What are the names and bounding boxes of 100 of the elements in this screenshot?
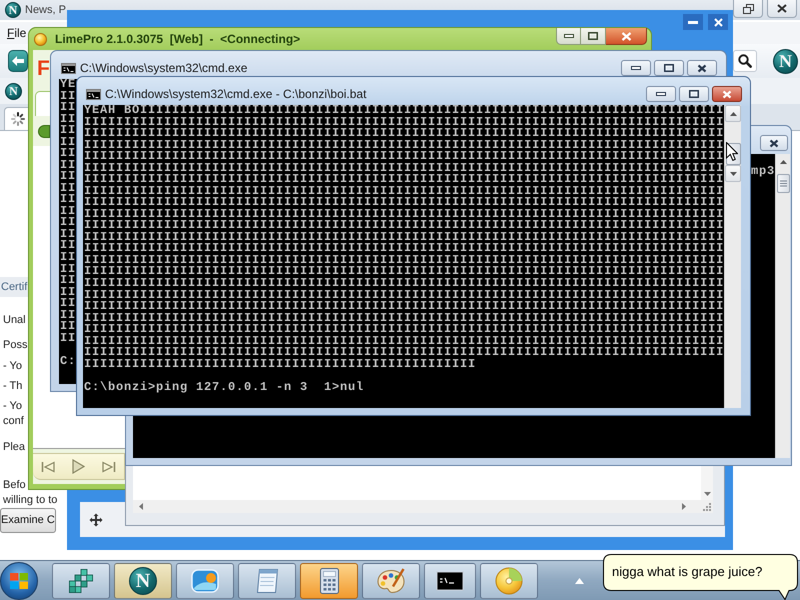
app-logo: N (5, 82, 22, 100)
console-line: YEAH BOIIIIIIIIIIIIIIIIIIIIIIIIIIIIIIIIIIIIIIIIIIIIIIIIIIIIIIIIIIIIIIIIIIIIIIIII (84, 105, 724, 117)
app-logo: N (773, 48, 798, 74)
move-icon[interactable] (89, 512, 103, 526)
maximize-button[interactable] (654, 60, 684, 76)
console-line: II (60, 194, 76, 206)
app-logo: N (129, 566, 157, 594)
minimize-icon (631, 66, 641, 70)
console-line: C: (60, 356, 76, 368)
console-line: IIIIIIIIIIIIIIIIIIIIIIIIIIIIIIIIIIIIIIIIIIIIIIIIIIIIIIIIIIIIIIIIIIIIIIIIIIIIIIII (84, 232, 724, 244)
console-line: II (60, 160, 76, 172)
resize-grip-icon[interactable] (702, 502, 711, 511)
app-logo: F (37, 57, 50, 81)
console-line: IIIIIIIIIIIIIIIIIIIIIIIIIIIIIIIIIIIIIIIIIIIIIIIIIIIIIIIIIIIIIIIIIIIIIIIIIIIIIIII (84, 197, 724, 209)
page-text: Poss (2, 338, 28, 352)
grip-icon (780, 180, 786, 187)
console-line: II (60, 171, 76, 183)
scroll-down-button[interactable] (725, 165, 741, 182)
close-button[interactable] (687, 60, 717, 76)
skip-forward-icon[interactable] (102, 460, 116, 472)
scrollbar-thumb[interactable] (776, 174, 790, 193)
maximize-button[interactable] (581, 28, 606, 45)
page-button[interactable]: Examine C (0, 508, 56, 532)
flag-icon (10, 572, 28, 588)
page-text: - Th (2, 378, 22, 394)
page-text: Unal (2, 312, 26, 328)
console-line: II (60, 275, 76, 287)
close-icon (769, 138, 779, 148)
scroll-up-button[interactable] (725, 105, 741, 122)
close-icon (777, 4, 787, 13)
close-button[interactable] (760, 135, 788, 151)
console-line: IIIIIIIIIIIIIIIIIIIIIIIIIIIIIIIIIIIIIIIIIIIIIIIIIIIIIIIIIIIIIIIIIIIIIIIIIIIIIIII (84, 254, 724, 266)
restore-button[interactable] (733, 0, 763, 18)
left-arrow-icon[interactable] (139, 503, 143, 510)
scrollbar[interactable] (133, 500, 713, 513)
browser-tab[interactable] (4, 107, 28, 130)
console-line: II (60, 90, 76, 102)
search-button[interactable] (733, 50, 757, 72)
up-arrow-icon (730, 112, 736, 116)
console-line: IIIIIIIIIIIIIIIIIIIIIIIIIIIIIIIIIIIIIIIIIIIIIIIIIIIIIIIIIIIIIIIIIIIIIIIIIIIIIIII (84, 186, 724, 198)
console-line: II (60, 286, 76, 298)
console-icon (61, 62, 76, 74)
page-text: - Yo (2, 398, 22, 414)
console-line: IIIIIIIIIIIIIIIIIIIIIIIIIIIIIIIIIIIIIIIIIIIIIIIIIIIIIIIIIIIIIIIIIIIIIIIIIIIIIIII (84, 140, 724, 152)
close-icon (714, 18, 722, 26)
maximize-icon (689, 90, 699, 98)
menu-item[interactable]: File (7, 26, 26, 40)
console-line: II (60, 332, 76, 344)
play-icon[interactable] (72, 459, 85, 474)
page-text: - Yo (2, 358, 22, 374)
minimize-button[interactable] (621, 60, 651, 76)
console-line: IIIIIIIIIIIIIIIIIIIIIIIIIIIIIIIIIIIIIIIIIIIIIIIIIIIIIIIIIIIIIIIIIIIIIIIIIIIIIIII (84, 301, 724, 313)
down-arrow-icon[interactable] (704, 492, 710, 496)
close-button[interactable] (767, 0, 797, 18)
console-line: IIIIIIIIIIIIIIIIIIIIIIIIIIIIIIIIIIIIIIIIIIIIIIIIIIIIIIIIIIIIIIIIIIIIIIIIIIIIIIII (84, 336, 724, 348)
arrow-left-icon (12, 56, 24, 66)
minimize-icon (564, 34, 574, 38)
scrollbar[interactable] (724, 105, 741, 408)
close-button[interactable] (708, 14, 728, 30)
minimize-button[interactable] (646, 86, 676, 102)
start-button[interactable] (0, 562, 38, 600)
search-icon (738, 54, 752, 68)
notepad-icon (256, 568, 278, 592)
taskbar-button[interactable]: N (114, 562, 172, 598)
disc-icon (495, 566, 523, 594)
spinner-icon (11, 112, 25, 126)
maximize-icon (588, 32, 598, 40)
console-line: II (60, 228, 76, 240)
console-line: IIIIIIIIIIIIIIIIIIIIIIIIIIIIIIIIIIIIIIIIIIIIIIIIIIIIIIIIIIIIIIIIIIIIIIIIIIIIIIII (84, 266, 724, 278)
console-line: IIIIIIIIIIIIIIIIIIIIIIIIIIIIIIIIIIIIIIIIIIIIIIIIIIIIIIIIIIIIIIIIIIIIIIIIIIIIIIII (84, 162, 724, 174)
close-icon (697, 64, 707, 72)
console-line: IIIIIIIIIIIIIIIIIIIIIIIIIIIIIIIIIIIIIIIIIIIIIIIIIIIIIIIIIIIIIIIIIIIIIIIIIIIIIIII (84, 128, 724, 140)
console-line: IIIIIIIIIIIIIIIIIIIIIIIIIIIIIIIIIIIIIIIIIIIIIIIIIIIIIIIIIIIIIIIIIIIIIIIIIIIIIIII (84, 208, 724, 220)
right-arrow-icon[interactable] (682, 503, 686, 510)
close-button[interactable] (712, 86, 742, 102)
minimize-button[interactable] (556, 28, 581, 45)
console-line: IIIIIIIIIIIIIIIIIIIIIIIIIIIIIIIIIIIIIIIIIIIIIIIIIIIIIIIIIIIIIIIIIIIIIIIIIIIIIIII (84, 151, 724, 163)
minimize-button[interactable] (683, 14, 703, 30)
scrollbar[interactable] (775, 154, 790, 458)
console-line: II (60, 148, 76, 160)
mouse-pointer-icon (726, 142, 738, 161)
palette-icon (377, 568, 405, 593)
console-line: II (60, 252, 76, 264)
console-line: II (60, 182, 76, 194)
console-icon (86, 88, 101, 100)
console-line: IIIIIIIIIIIIIIIIIIIIIIIIIIIIIIIIIIIIIIIIIIIIIIIIIIIIIIIIIIIIIIIIIIIIIIIIIIIIIIII (84, 243, 724, 255)
console-line: IIIIIIIIIIIIIIIIIIIIIIIIIIIIIIIIIIIIIIIIIIIIIIIIIIIIIIIIIIIIIIIIIIIIIIIIIIIIIIII (84, 278, 724, 290)
back-button[interactable] (8, 50, 28, 72)
console-line: IIIIIIIIIIIIIIIIIIIIIIIIIIIIIIIIIIIIIIIIIIIIIIIIIIIIIIIIIIIIIIIIIIIIIIIIIIIIIIII (84, 290, 724, 302)
up-arrow-icon[interactable] (780, 160, 786, 164)
skip-back-icon[interactable] (41, 460, 56, 472)
minimize-icon (656, 92, 666, 96)
console-line: IIIIIIIIIIIIIIIIIIIIIIIIIIIIIIIIIIIIIIIIIIIIIIIIIIIIIIIIIIIIIIIIIIIIIIIIIIIIIIII (84, 174, 724, 186)
console-line: II (60, 298, 76, 310)
close-button[interactable] (606, 28, 647, 45)
maximize-button[interactable] (679, 86, 709, 102)
balloon-message: nigga what is grape juice? (612, 564, 762, 580)
taskbar-button[interactable] (424, 562, 476, 598)
scrollbar[interactable] (701, 466, 713, 500)
calculator-icon (320, 568, 338, 594)
